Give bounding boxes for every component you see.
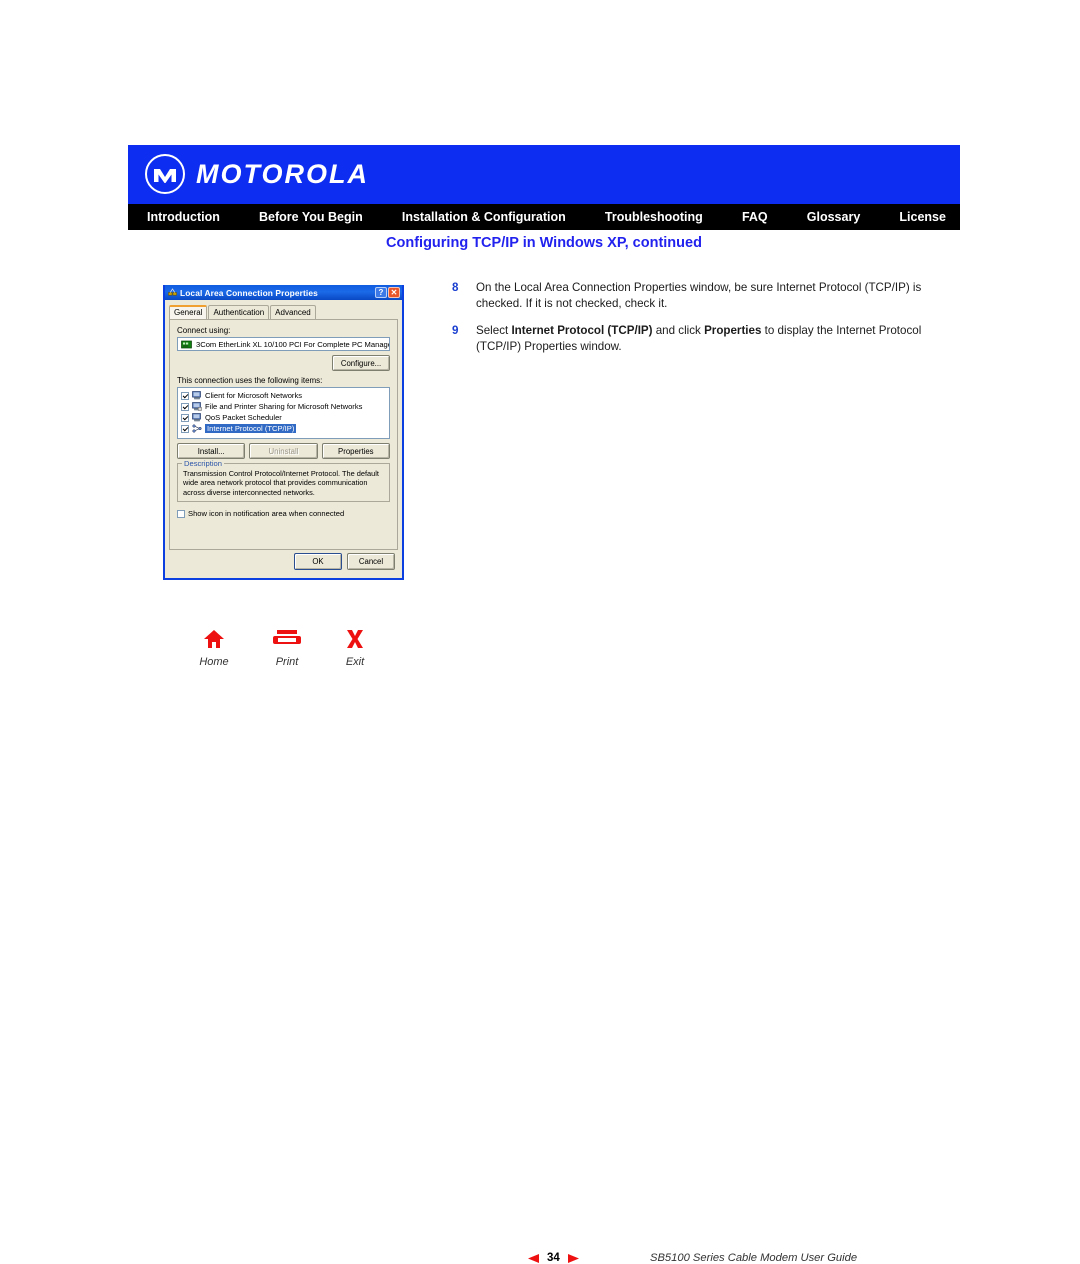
- page-title: Configuring TCP/IP in Windows XP, contin…: [386, 235, 702, 251]
- step-text-emphasis: Internet Protocol (TCP/IP): [511, 324, 653, 337]
- network-adapter-icon: [181, 340, 192, 348]
- dialog-action-buttons: OK Cancel: [294, 553, 395, 570]
- list-item[interactable]: Client for Microsoft Networks: [180, 390, 387, 401]
- exit-x-icon: [347, 630, 363, 648]
- close-icon[interactable]: ✕: [388, 287, 400, 298]
- items-list-label: This connection uses the following items…: [177, 376, 323, 385]
- step-text: On the Local Area Connection Properties …: [476, 280, 952, 311]
- item-checkbox[interactable]: [181, 424, 189, 433]
- nav-item-installation-configuration[interactable]: Installation & Configuration: [402, 210, 566, 224]
- nav-item-before-you-begin[interactable]: Before You Begin: [259, 210, 363, 224]
- item-checkbox[interactable]: [181, 391, 189, 400]
- print-label: Print: [275, 656, 299, 668]
- brand-header: MOTOROLA: [128, 145, 960, 204]
- pager: 34: [527, 1252, 580, 1264]
- description-group: Description Transmission Control Protoco…: [177, 459, 390, 503]
- tab-general[interactable]: General: [169, 305, 208, 319]
- right-triangle-icon[interactable]: [567, 1253, 580, 1264]
- motorola-m-logo-icon: [145, 154, 185, 194]
- home-icon: [204, 630, 224, 648]
- help-button[interactable]: ?: [375, 287, 387, 298]
- description-text: Transmission Control Protocol/Internet P…: [183, 469, 379, 497]
- page-footer: Home Print Exit 34 SB5100 Series Cable M…: [0, 620, 1080, 1264]
- step-text-run: Select: [476, 324, 512, 337]
- nav-item-glossary[interactable]: Glossary: [807, 210, 861, 224]
- show-icon-checkbox[interactable]: [177, 509, 185, 518]
- show-icon-label: Show icon in notification area when conn…: [188, 509, 345, 519]
- home-label: Home: [199, 656, 229, 668]
- motorola-logo: MOTOROLA: [144, 153, 369, 195]
- nav-item-license[interactable]: License: [899, 210, 946, 224]
- item-label: QoS Packet Scheduler: [205, 413, 282, 422]
- nav-item-faq[interactable]: FAQ: [742, 210, 768, 224]
- item-checkbox[interactable]: [181, 413, 189, 422]
- step-text-run: On the Local Area Connection Properties …: [476, 281, 922, 310]
- exit-label: Exit: [345, 656, 365, 668]
- home-button[interactable]: Home: [184, 628, 244, 668]
- list-action-buttons: Install... Uninstall Properties: [177, 443, 390, 459]
- qos-scheduler-icon: [192, 413, 201, 422]
- ok-button[interactable]: OK: [294, 553, 342, 570]
- brand-wordmark: MOTOROLA: [196, 158, 369, 189]
- client-network-icon: [192, 391, 201, 400]
- left-triangle-icon[interactable]: [527, 1253, 540, 1264]
- cancel-button[interactable]: Cancel: [347, 553, 395, 570]
- main-navigation: Introduction Before You Begin Installati…: [128, 204, 960, 230]
- dialog-titlebar[interactable]: Local Area Connection Properties ? ✕: [165, 285, 402, 300]
- protocol-icon: [192, 424, 202, 433]
- local-area-connection-properties-dialog: Local Area Connection Properties ? ✕ Gen…: [163, 285, 404, 580]
- nav-item-introduction[interactable]: Introduction: [147, 210, 220, 224]
- properties-button[interactable]: Properties: [321, 443, 390, 459]
- nav-item-troubleshooting[interactable]: Troubleshooting: [605, 210, 703, 224]
- exit-button[interactable]: Exit: [325, 628, 385, 668]
- adapter-name: 3Com EtherLink XL 10/100 PCI For Complet…: [196, 339, 390, 349]
- network-items-list[interactable]: Client for Microsoft Networks File and P…: [177, 387, 390, 439]
- step-text-emphasis: Properties: [704, 324, 762, 337]
- tab-advanced[interactable]: Advanced: [270, 305, 316, 319]
- item-label: File and Printer Sharing for Microsoft N…: [205, 402, 363, 411]
- dialog-tabs: General Authentication Advanced: [169, 304, 402, 319]
- step-text-run: and click: [652, 324, 705, 337]
- step-text: Select Internet Protocol (TCP/IP) and cl…: [476, 323, 952, 354]
- tab-authentication[interactable]: Authentication: [208, 305, 270, 319]
- file-printer-sharing-icon: [192, 402, 202, 411]
- print-button[interactable]: Print: [257, 628, 317, 668]
- item-label: Client for Microsoft Networks: [205, 391, 303, 400]
- step-number: 8: [452, 281, 459, 294]
- step-number: 9: [452, 324, 459, 337]
- instruction-steps: 8 On the Local Area Connection Propertie…: [452, 280, 952, 366]
- instruction-step-9: 9 Select Internet Protocol (TCP/IP) and …: [452, 323, 952, 354]
- page-number: 34: [547, 1252, 560, 1264]
- printer-icon: [273, 630, 301, 644]
- list-item[interactable]: File and Printer Sharing for Microsoft N…: [180, 401, 387, 412]
- guide-title: SB5100 Series Cable Modem User Guide: [650, 1252, 858, 1264]
- description-legend: Description: [182, 459, 224, 468]
- configure-button[interactable]: Configure...: [332, 355, 390, 371]
- adapter-field: 3Com EtherLink XL 10/100 PCI For Complet…: [177, 337, 390, 351]
- connect-using-label: Connect using:: [177, 326, 231, 335]
- show-icon-notification-row[interactable]: Show icon in notification area when conn…: [177, 509, 390, 518]
- install-button[interactable]: Install...: [177, 443, 246, 459]
- instruction-step-8: 8 On the Local Area Connection Propertie…: [452, 280, 952, 311]
- network-connection-icon: [168, 288, 177, 296]
- uninstall-button: Uninstall: [249, 443, 318, 459]
- list-item-selected[interactable]: Internet Protocol (TCP/IP): [180, 423, 387, 434]
- item-label: Internet Protocol (TCP/IP): [205, 424, 297, 433]
- general-tab-panel: Connect using: 3Com EtherLink XL 10/100 …: [169, 319, 398, 550]
- dialog-title: Local Area Connection Properties: [180, 287, 318, 298]
- item-checkbox[interactable]: [181, 402, 189, 411]
- list-item[interactable]: QoS Packet Scheduler: [180, 412, 387, 423]
